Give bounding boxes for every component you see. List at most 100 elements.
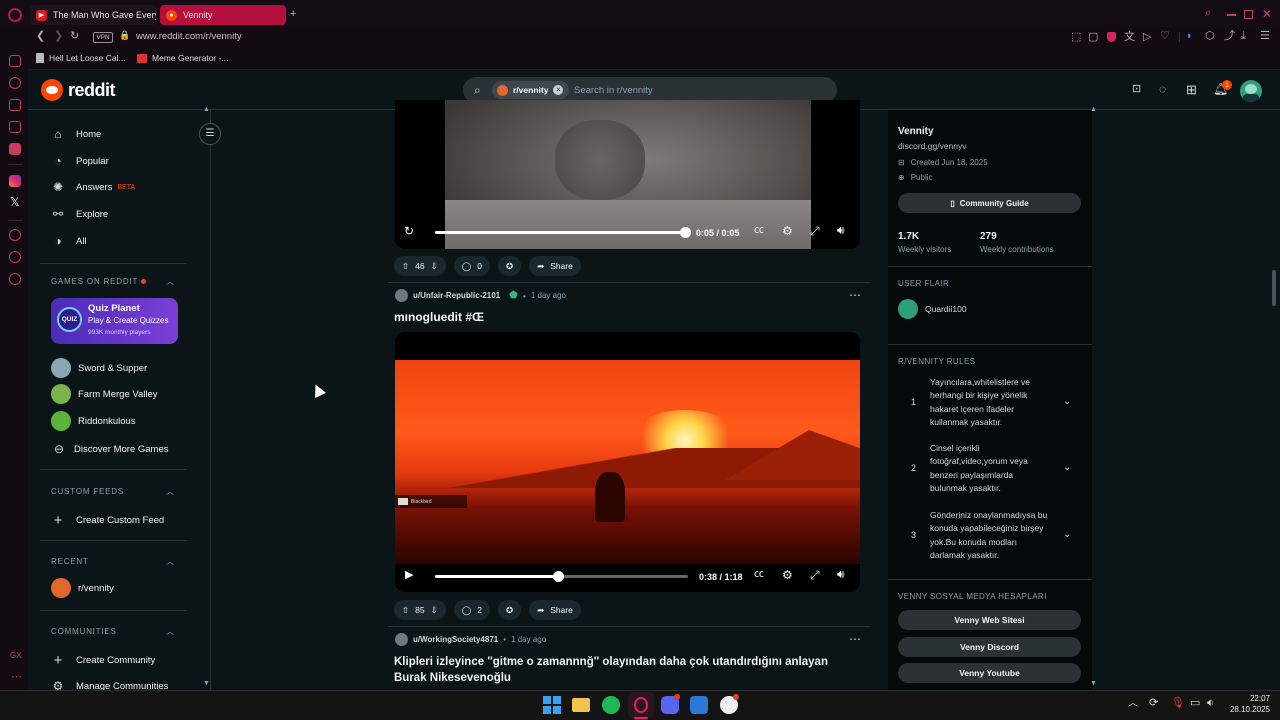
gx-corner-icon[interactable]: [9, 77, 21, 89]
more-icon[interactable]: ⋯: [11, 672, 22, 683]
comments-button[interactable]: ◯ 0: [453, 256, 490, 276]
chevron-down-icon[interactable]: ⌄: [1063, 529, 1071, 540]
url-field[interactable]: www.reddit.com/r/vennity: [136, 31, 242, 42]
post2-progress-thumb[interactable]: [552, 571, 564, 582]
post-author[interactable]: u/Unfair-Republic-2101: [413, 291, 500, 300]
ad-icon[interactable]: ⊡: [1132, 84, 1141, 95]
chevron-up-icon[interactable]: ︿: [166, 556, 174, 567]
chevron-down-icon[interactable]: ⌄: [1063, 396, 1071, 407]
search-icon[interactable]: ⌕: [1205, 8, 1211, 19]
app-icon[interactable]: [690, 696, 708, 714]
post3-title[interactable]: Klipleri izleyince ''gitme o zamannnğ'' …: [394, 654, 844, 686]
nav-popular[interactable]: ◔ Popular: [50, 154, 108, 168]
volume-icon[interactable]: 🔊︎: [837, 224, 845, 236]
bookmark-page-icon[interactable]: ▢: [1088, 32, 1098, 43]
post1-progress-thumb[interactable]: [679, 227, 691, 238]
gx-logo-icon[interactable]: GX: [10, 652, 22, 660]
comments-button[interactable]: ◯ 2: [453, 600, 490, 620]
vpn-badge[interactable]: VPN: [93, 32, 113, 43]
communities-header[interactable]: COMMUNITIES: [51, 627, 117, 636]
wallet-icon[interactable]: ◗: [1186, 31, 1193, 42]
clock-date[interactable]: 28.10.2025: [1220, 705, 1270, 714]
downvote-icon[interactable]: ⇩: [431, 261, 438, 272]
community-guide-button[interactable]: ▯ Community Guide: [898, 193, 1081, 213]
award-button[interactable]: ✪: [497, 256, 522, 276]
messenger-icon[interactable]: [9, 251, 21, 263]
plus-icon[interactable]: +: [290, 9, 296, 20]
snapshot-icon[interactable]: ⬚: [1071, 32, 1081, 43]
instagram-icon[interactable]: [9, 175, 21, 187]
scroll-down-icon[interactable]: ▼: [203, 680, 210, 687]
chevron-up-icon[interactable]: ︿: [1128, 699, 1138, 709]
play-icon[interactable]: ▶: [405, 570, 413, 581]
tab-active[interactable]: ● Vennity: [160, 5, 286, 25]
volume-icon[interactable]: 🔉︎: [1207, 698, 1214, 709]
award-button[interactable]: ✪: [497, 600, 522, 620]
opera-gx-logo-icon[interactable]: [8, 8, 22, 22]
chevron-up-icon[interactable]: ︿: [166, 486, 174, 497]
fullscreen-icon[interactable]: ⤢: [810, 569, 820, 581]
easy-setup-icon[interactable]: ☰: [1260, 31, 1270, 42]
nav-explore[interactable]: ⚯ Explore: [50, 207, 108, 221]
minimize-icon[interactable]: [1227, 14, 1236, 16]
back-icon[interactable]: ❮: [36, 31, 45, 42]
create-post-icon[interactable]: ⊞: [1186, 83, 1197, 96]
history-icon[interactable]: [9, 229, 21, 241]
fullscreen-icon[interactable]: ⤢: [810, 225, 820, 237]
file-explorer-icon[interactable]: [572, 698, 590, 712]
settings-icon[interactable]: [9, 273, 21, 285]
game-farm-merge[interactable]: Farm Merge Valley: [51, 384, 158, 404]
create-custom-feed[interactable]: + Create Custom Feed: [50, 512, 165, 529]
twitch-icon[interactable]: [9, 99, 21, 111]
scroll-up-icon[interactable]: ▲: [203, 106, 210, 113]
gx-control-icon[interactable]: [9, 55, 21, 67]
venny-website-button[interactable]: Venny Web Sitesi: [898, 610, 1081, 630]
captions-icon[interactable]: ㏄: [754, 226, 764, 236]
post-author[interactable]: u/WorkingSociety4871: [413, 635, 498, 644]
community-chip[interactable]: r/vennity ×: [492, 81, 570, 99]
windows-icon[interactable]: [543, 696, 561, 714]
more-options-icon[interactable]: ⋯: [849, 289, 861, 301]
clear-chip-icon[interactable]: ×: [553, 85, 564, 95]
bookmark-item[interactable]: Meme Generator -...: [137, 53, 229, 63]
discover-more-games[interactable]: ⊖ Discover More Games: [51, 442, 169, 456]
scroll-down-icon[interactable]: ▼: [1090, 680, 1097, 687]
game-sword-supper[interactable]: Sword & Supper: [51, 358, 147, 378]
extensions-icon[interactable]: ⬡: [1205, 31, 1215, 42]
chevron-up-icon[interactable]: ︿: [166, 276, 174, 287]
post1-progress-track[interactable]: [435, 231, 685, 234]
x-twitter-icon[interactable]: 𝕏: [10, 196, 20, 208]
games-section-header[interactable]: GAMES ON REDDIT: [51, 277, 147, 286]
venny-discord-button[interactable]: Venny Discord: [898, 637, 1081, 657]
bookmark-item[interactable]: Hell Let Loose Cal...: [36, 53, 126, 63]
search-input[interactable]: Search in r/vennity: [574, 85, 653, 96]
forward-icon[interactable]: ❯: [54, 31, 63, 42]
download-icon[interactable]: ⤓: [1241, 31, 1246, 42]
shield-icon[interactable]: [1107, 32, 1116, 42]
settings-icon[interactable]: ⚙: [782, 225, 793, 237]
custom-feeds-header[interactable]: CUSTOM FEEDS: [51, 487, 124, 496]
player-icon[interactable]: [9, 121, 21, 133]
nav-all[interactable]: ◑ All: [50, 234, 86, 248]
post2-video[interactable]: Blackbird: [395, 332, 860, 592]
chat-icon[interactable]: ◌: [1159, 83, 1166, 95]
upvote-icon[interactable]: ⇧: [402, 605, 409, 616]
close-icon[interactable]: ✕: [1262, 8, 1272, 20]
microphone-icon[interactable]: 🎙︎: [1171, 698, 1185, 709]
nav-answers[interactable]: ✺ Answers BETA: [50, 180, 135, 194]
replay-icon[interactable]: ↻: [404, 225, 414, 237]
create-community[interactable]: + Create Community: [50, 652, 156, 669]
quiz-planet-promo[interactable]: QUIZ Quiz Planet Play & Create Quizzes 9…: [51, 298, 178, 344]
sync-icon[interactable]: ⟳: [1149, 698, 1158, 709]
post2-title[interactable]: mınogluedit #Œ: [394, 310, 484, 324]
share-icon[interactable]: ⤴: [1224, 31, 1235, 42]
upvote-icon[interactable]: ⇧: [402, 261, 409, 272]
share-button[interactable]: ➦ Share: [529, 256, 581, 276]
chevron-down-icon[interactable]: ⌄: [1063, 462, 1071, 473]
page-scrollbar[interactable]: [1272, 270, 1276, 306]
captions-icon[interactable]: ㏄: [754, 570, 764, 580]
share-button[interactable]: ➦ Share: [529, 600, 581, 620]
clock-time[interactable]: 22:07: [1230, 694, 1270, 703]
recent-vennity[interactable]: r/vennity: [51, 578, 114, 598]
spotify-icon[interactable]: [602, 696, 620, 714]
